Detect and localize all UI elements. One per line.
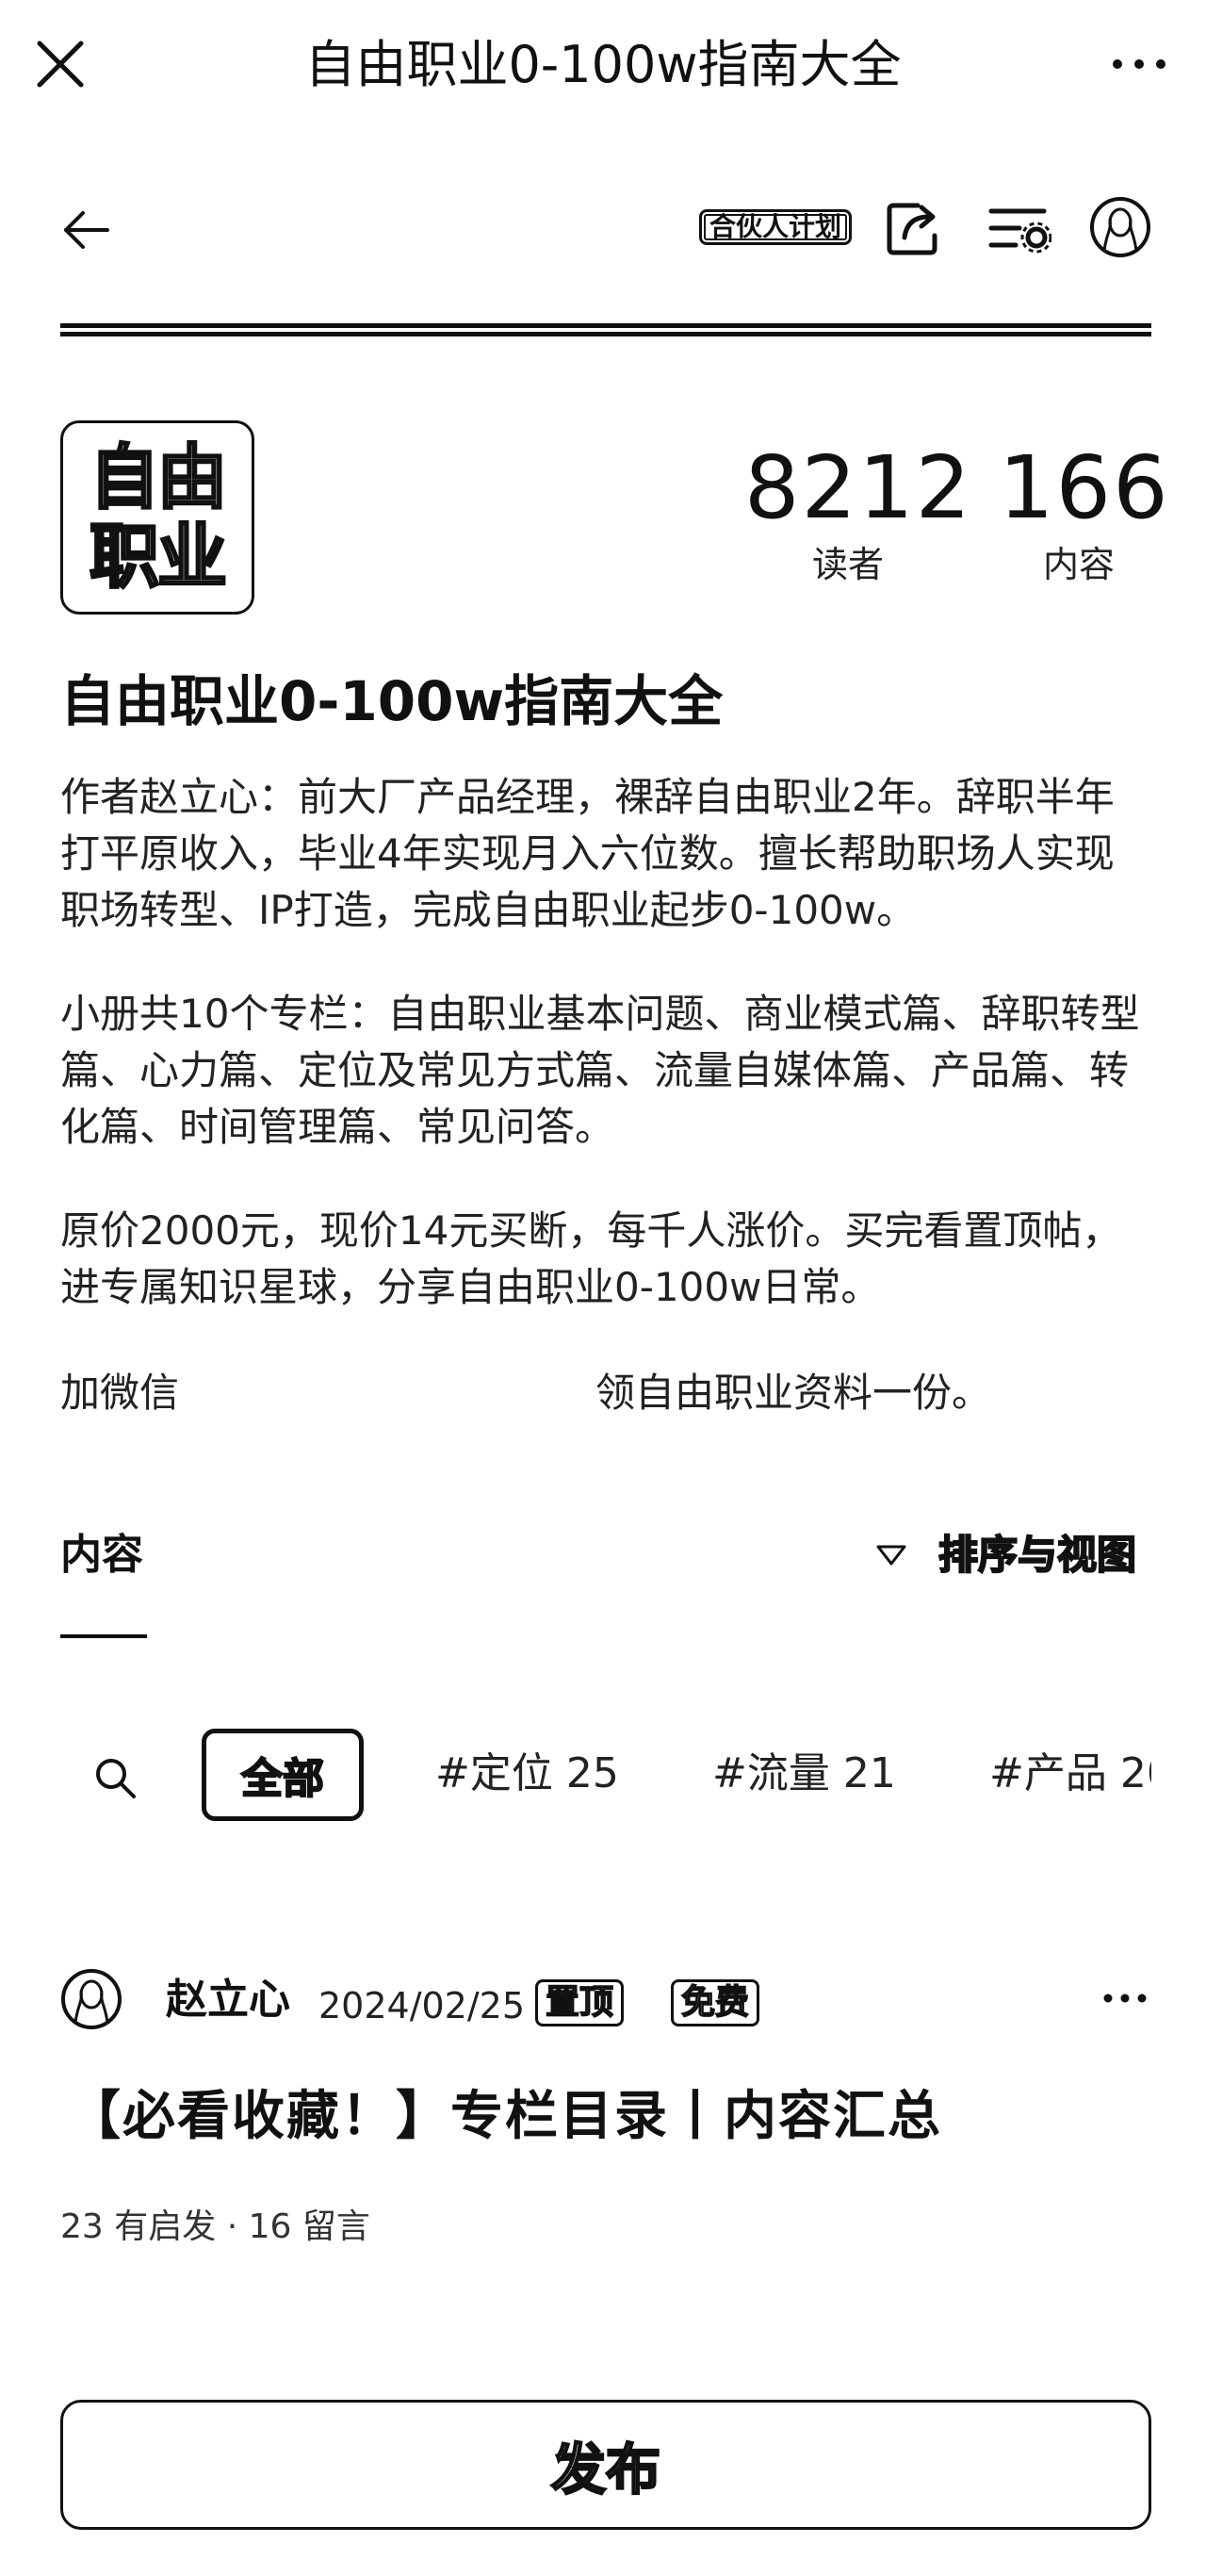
- wechat-text-right: 领自由职业资料一份。: [595, 1370, 992, 1416]
- sort-label: 排序与视图: [937, 1531, 1137, 1579]
- tab-content[interactable]: 内容: [60, 1529, 143, 1582]
- tag-all[interactable]: 全部: [202, 1729, 364, 1821]
- description-paragraph-1: 作者赵立心：前大厂产品经理，裸辞自由职业2年。辞职半年打平原收入，毕业4年实现月…: [60, 774, 1115, 933]
- content-stat[interactable]: 166 内容: [999, 437, 1170, 588]
- post-date: 2024/02/25: [318, 1985, 526, 2026]
- triangle-down-icon: [876, 1545, 906, 1566]
- readers-stat[interactable]: 8212 读者: [744, 437, 973, 588]
- back-icon[interactable]: [62, 205, 111, 254]
- wechat-text-left: 加微信: [60, 1370, 180, 1416]
- tag-product-clip: #产品 20: [989, 1746, 1151, 1806]
- settings-icon[interactable]: [987, 202, 1051, 256]
- post-author[interactable]: 赵立心: [166, 1972, 290, 2028]
- avatar[interactable]: [60, 1968, 122, 2030]
- content-label: 内容: [1042, 544, 1115, 585]
- tag-traffic[interactable]: #流量 21: [712, 1746, 896, 1802]
- partner-plan-badge[interactable]: 合伙人计划: [699, 209, 853, 245]
- post-title[interactable]: 【必看收藏！】专栏目录丨内容汇总: [68, 2081, 942, 2153]
- logo-text-line-2: 职业: [89, 517, 229, 599]
- column-logo: 自由 职业: [60, 420, 254, 615]
- more-icon[interactable]: [1100, 1987, 1149, 2010]
- description-paragraph-3: 原价2000元，现价14元买断，每千人涨价。买完看置顶帖，进专属知识星球，分享自…: [60, 1207, 1122, 1310]
- search-icon[interactable]: [92, 1755, 138, 1800]
- free-badge: 免费: [671, 1979, 760, 2026]
- content-count: 166: [999, 437, 1170, 538]
- logo-text-line-1: 自由: [89, 437, 229, 519]
- share-icon[interactable]: [884, 200, 942, 258]
- avatar[interactable]: [1089, 196, 1151, 258]
- tab-active-indicator: [60, 1634, 147, 1638]
- readers-label: 读者: [811, 544, 884, 585]
- pinned-badge: 置顶: [535, 1979, 625, 2026]
- description-paragraph-2: 小册共10个专栏：自由职业基本问题、商业模式篇、辞职转型篇、心力篇、定位及常见方…: [60, 991, 1140, 1150]
- window-title: 自由职业0-100w指南大全: [304, 35, 902, 94]
- more-icon[interactable]: [1106, 38, 1172, 90]
- header-divider: [60, 323, 1151, 336]
- publish-button[interactable]: 发布: [60, 2400, 1151, 2530]
- sort-and-view-button[interactable]: 排序与视图: [874, 1529, 1137, 1582]
- post-meta: 23 有启发 · 16 留言: [60, 2207, 370, 2246]
- tag-product[interactable]: #产品 20: [989, 1746, 1151, 1802]
- column-title: 自由职业0-100w指南大全: [60, 669, 724, 733]
- readers-count: 8212: [744, 437, 973, 538]
- tag-positioning[interactable]: #定位 25: [435, 1746, 619, 1802]
